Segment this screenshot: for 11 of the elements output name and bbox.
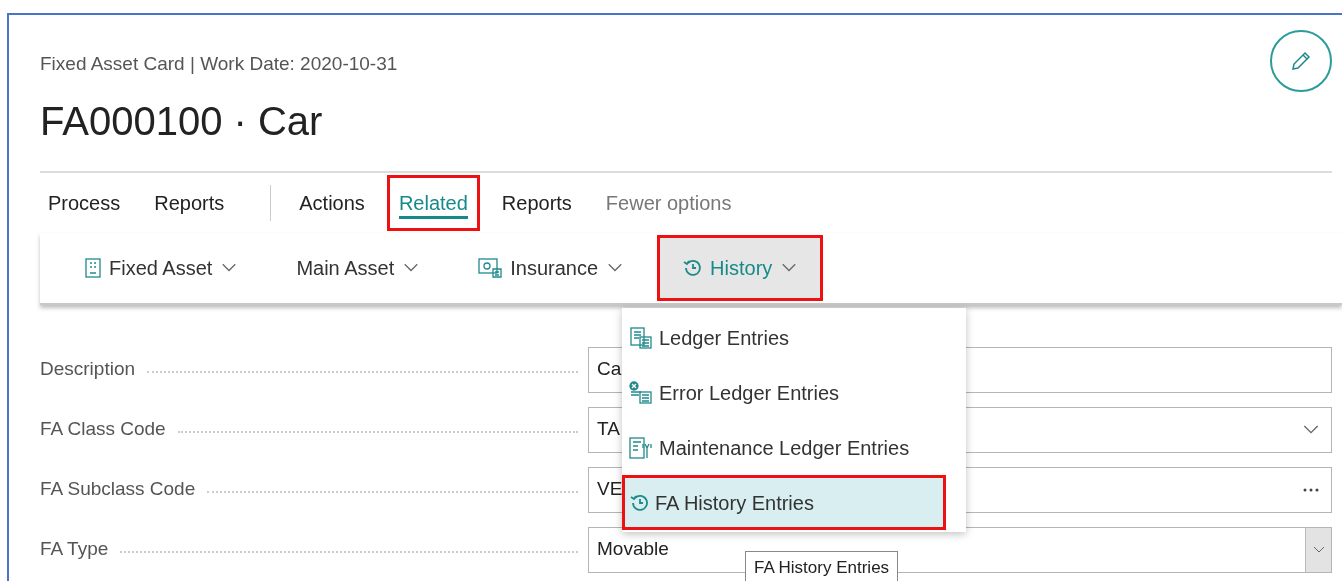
field-label: Description xyxy=(40,357,137,382)
field-label: FA Class Code xyxy=(40,417,167,442)
field-value: TA xyxy=(596,417,620,442)
tooltip: FA History Entries xyxy=(745,551,899,581)
field-label: FA Subclass Code xyxy=(40,477,197,502)
field-label: FA Type xyxy=(40,537,110,562)
record-title: FA000100 · Car xyxy=(40,97,324,145)
field-value: Movable xyxy=(596,537,669,562)
field-value: Ca xyxy=(596,357,622,382)
field-value: VE xyxy=(596,477,623,502)
page-caption: Fixed Asset Card | Work Date: 2020-10-31 xyxy=(40,52,398,76)
